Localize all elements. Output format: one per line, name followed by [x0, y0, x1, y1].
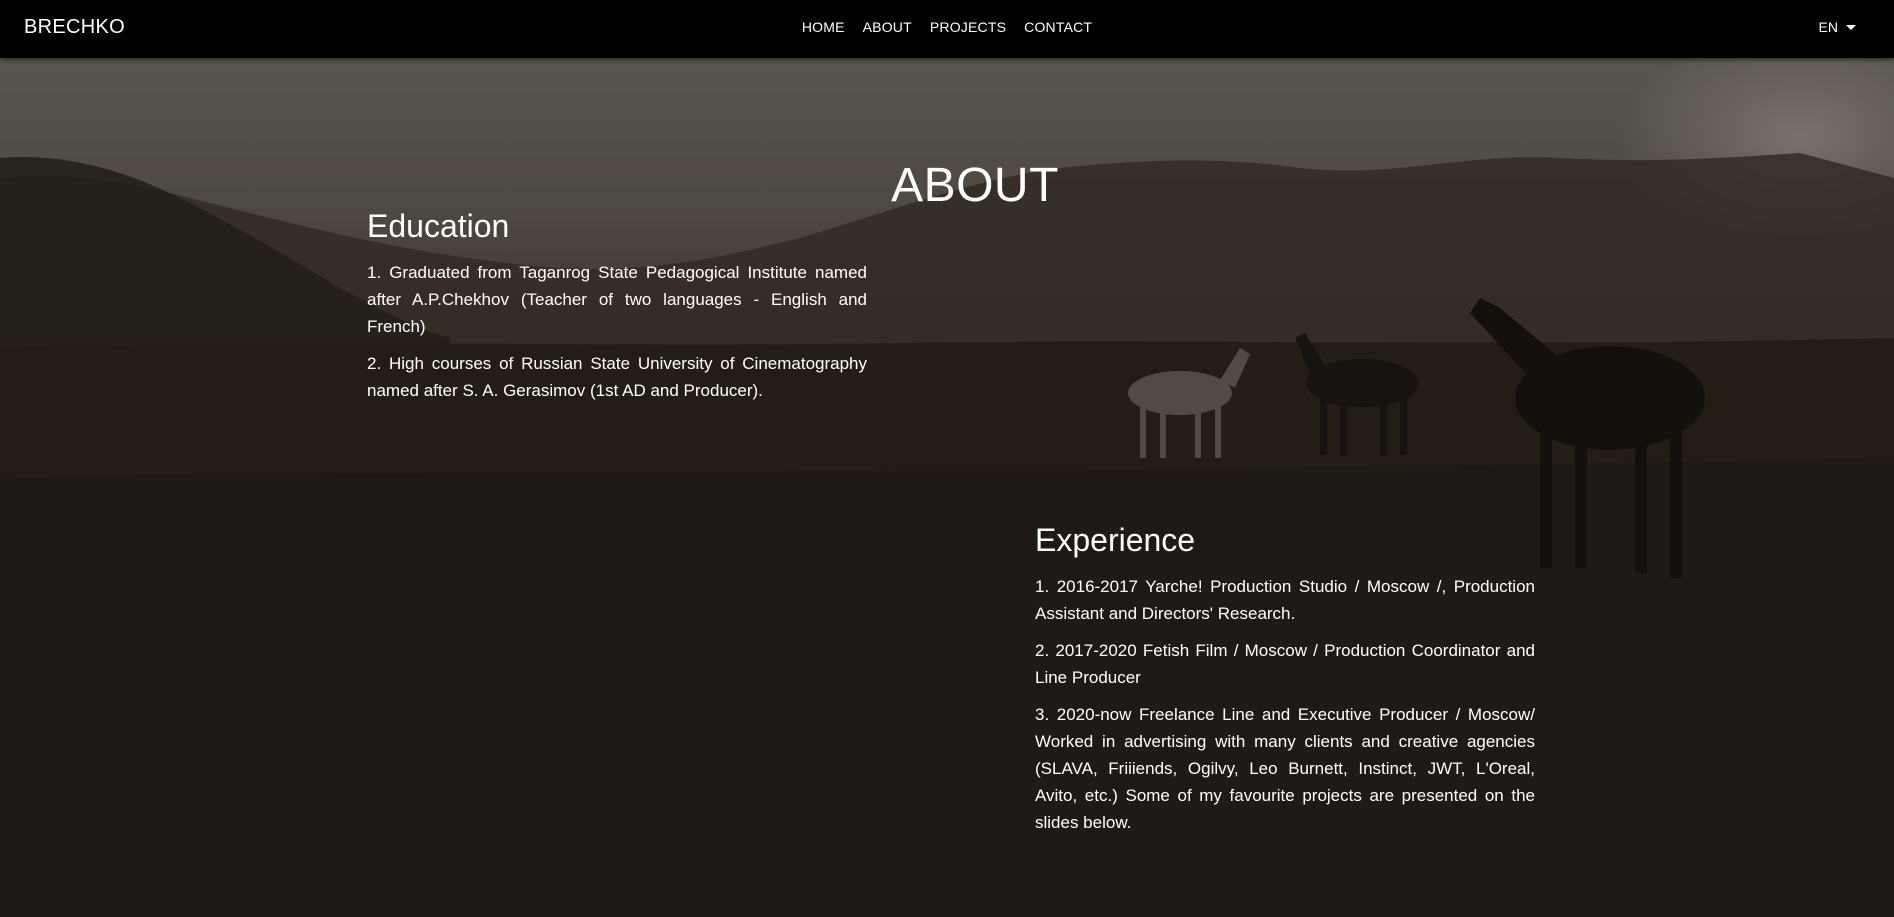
experience-heading: Experience	[1035, 522, 1196, 558]
experience-section: Experience 1. 2016-2017 Yarche! Producti…	[1035, 522, 1535, 846]
navbar: BRECHKO HOME ABOUT PROJECTS CONTACT EN	[0, 0, 1894, 58]
page-title: ABOUT	[891, 159, 1059, 212]
nav-links: HOME ABOUT PROJECTS CONTACT	[0, 19, 1894, 35]
education-heading: Education	[367, 208, 510, 244]
nav-projects-link[interactable]: PROJECTS	[930, 19, 1006, 35]
language-dropdown[interactable]: EN	[1819, 19, 1856, 35]
chevron-down-icon	[1846, 24, 1856, 30]
nav-about-link[interactable]: ABOUT	[863, 19, 912, 35]
experience-item: 2. 2017-2020 Fetish Film / Moscow / Prod…	[1035, 641, 1535, 687]
education-item: 1. Graduated from Taganrog State Pedagog…	[367, 263, 867, 336]
education-section: Education 1. Graduated from Taganrog Sta…	[367, 208, 867, 414]
nav-contact-link[interactable]: CONTACT	[1024, 19, 1092, 35]
language-label: EN	[1818, 19, 1838, 35]
nav-home-link[interactable]: HOME	[802, 19, 845, 35]
experience-item: 1. 2016-2017 Yarche! Production Studio /…	[1035, 577, 1535, 623]
education-item: 2. High courses of Russian State Univers…	[367, 354, 867, 400]
about-hero: ABOUT	[0, 58, 1894, 917]
experience-item: 3. 2020-now Freelance Line and Executive…	[1035, 705, 1535, 832]
